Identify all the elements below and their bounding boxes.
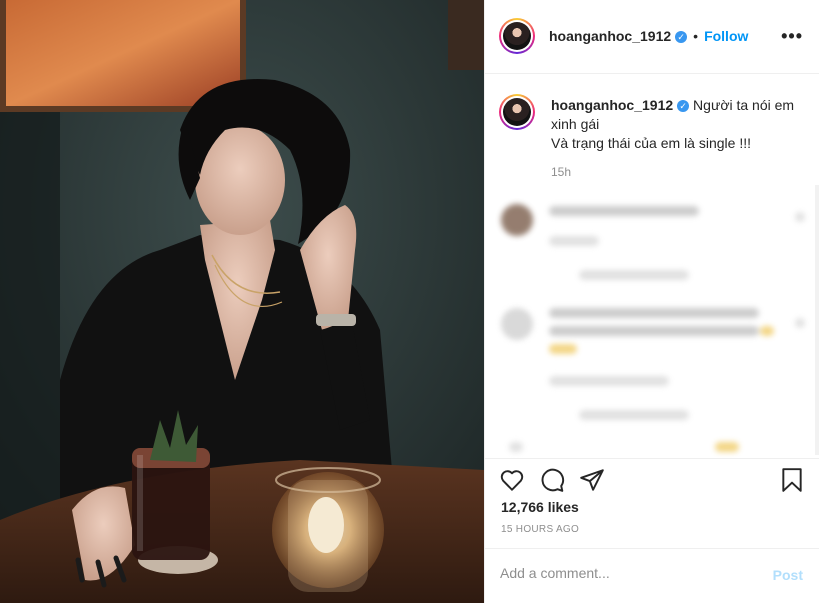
post-comment-button[interactable]: Post [773,567,803,583]
comment-emoji [760,326,774,336]
caption-line-2: Và trạng thái của em là single !!! [551,135,751,151]
comments-list-blurred [485,190,819,458]
separator-dot: • [693,28,699,44]
caption-text: hoanganhoc_1912 ✓ Người ta nói em xinh gá… [551,96,801,153]
comment-line [549,326,759,336]
likes-count[interactable]: 12,766 likes [501,499,579,515]
comment-line [549,376,669,386]
author-info: hoanganhoc_1912 ✓ • Follow [549,28,748,44]
comment-icon[interactable] [539,467,565,493]
comment-line [509,442,523,452]
comment-like-icon [795,212,805,222]
post-timestamp[interactable]: 15 HOURS AGO [501,524,579,535]
bookmark-icon[interactable] [779,467,805,493]
author-avatar[interactable] [499,18,535,54]
comment-emoji [549,344,577,354]
comment-line [579,270,689,280]
post-side-panel: hoanganhoc_1912 ✓ • Follow ••• hoanganhoc_1… [484,0,819,603]
verified-badge-icon: ✓ [677,100,690,113]
comment-avatar [501,308,533,340]
comment-line [549,236,599,246]
comment-avatar [501,204,533,236]
comment-line [579,410,689,420]
comment-line [549,206,699,216]
post-photo[interactable] [0,0,484,603]
comments-scrollbar[interactable] [815,185,819,455]
verified-badge-icon: ✓ [675,31,688,44]
share-icon[interactable] [579,467,605,493]
caption-time[interactable]: 15h [551,165,571,179]
comment-form: Post [485,548,819,603]
comment-like-icon [795,318,805,328]
heart-icon[interactable] [499,467,525,493]
caption-username[interactable]: hoanganhoc_1912 [551,97,673,113]
post-header: hoanganhoc_1912 ✓ • Follow ••• [485,0,819,74]
instagram-post: hoanganhoc_1912 ✓ • Follow ••• hoanganhoc_1… [0,0,819,603]
comment-emoji [715,442,739,452]
comment-line [549,308,759,318]
author-username[interactable]: hoanganhoc_1912 [549,28,671,44]
follow-button[interactable]: Follow [704,28,748,44]
more-options-icon[interactable]: ••• [781,26,803,47]
comment-input[interactable] [500,565,760,581]
post-image [0,0,484,603]
action-bar [485,458,819,496]
caption-avatar[interactable] [499,94,535,130]
